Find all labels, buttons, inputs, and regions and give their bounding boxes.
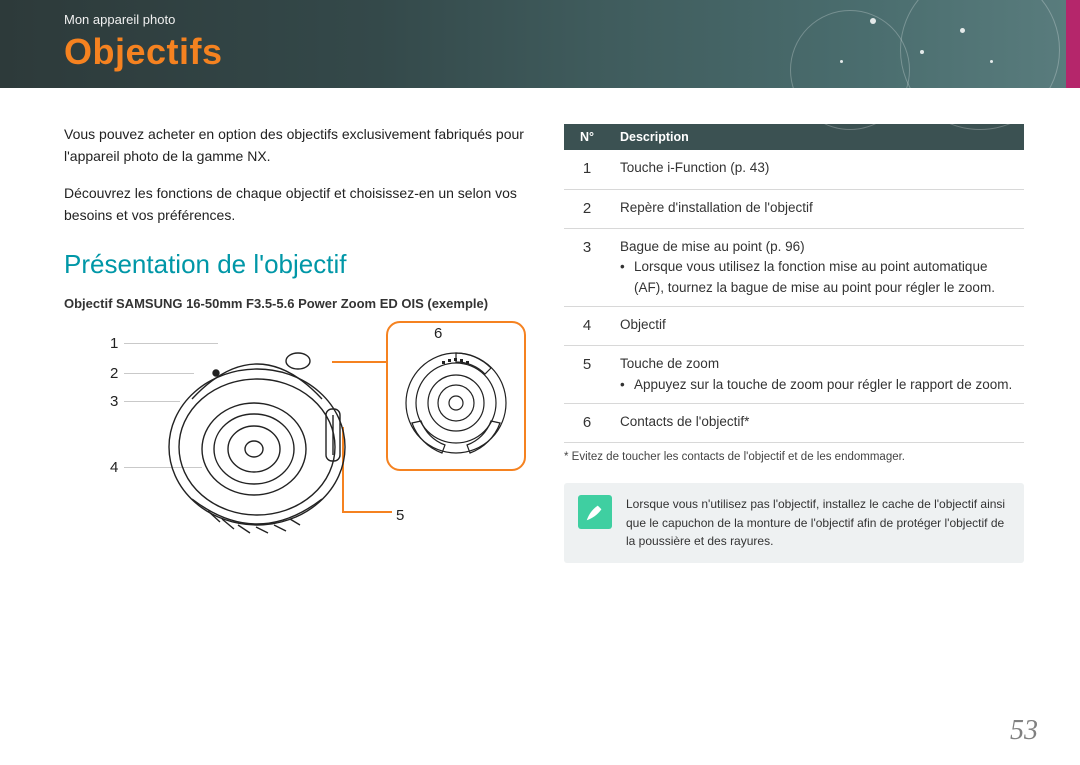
table-row: 4 Objectif [564,306,1024,346]
table-head-desc: Description [610,124,1024,150]
parts-table: N° Description 1 Touche i-Function (p. 4… [564,124,1024,443]
section-heading: Présentation de l'objectif [64,249,544,280]
row-desc: Touche de zoom Appuyez sur la touche de … [610,346,1024,404]
breadcrumb: Mon appareil photo [64,12,1080,27]
intro-paragraph-2: Découvrez les fonctions de chaque object… [64,183,544,226]
table-footnote: * Evitez de toucher les contacts de l'ob… [564,451,1024,463]
row-desc: Contacts de l'objectif* [610,403,1024,443]
row-desc: Repère d'installation de l'objectif [610,189,1024,229]
row-desc: Bague de mise au point (p. 96) Lorsque v… [610,229,1024,307]
lens-front-illustration [162,339,352,539]
intro-paragraph-1: Vous pouvez acheter en option des object… [64,124,544,167]
table-head-num: N° [564,124,610,150]
diagram-label-5: 5 [396,507,404,524]
tip-text: Lorsque vous n'utilisez pas l'objectif, … [626,495,1010,551]
pen-note-icon [578,495,612,529]
intro-block: Vous pouvez acheter en option des object… [64,124,544,227]
table-row: 1 Touche i-Function (p. 43) [564,150,1024,189]
page-header: Mon appareil photo Objectifs [0,0,1080,88]
diagram-label-2: 2 [110,365,118,382]
tip-callout: Lorsque vous n'utilisez pas l'objectif, … [564,483,1024,563]
row-num: 1 [564,150,610,189]
diagram-label-4: 4 [110,459,118,476]
row-desc: Touche i-Function (p. 43) [610,150,1024,189]
table-row: 6 Contacts de l'objectif* [564,403,1024,443]
table-row: 2 Repère d'installation de l'objectif [564,189,1024,229]
example-caption: Objectif SAMSUNG 16-50mm F3.5-5.6 Power … [64,296,544,311]
row-num: 5 [564,346,610,404]
diagram-label-3: 3 [110,393,118,410]
lens-rear-illustration [402,349,510,457]
table-row: 3 Bague de mise au point (p. 96) Lorsque… [564,229,1024,307]
page-number: 53 [1010,715,1038,747]
row-num: 3 [564,229,610,307]
page-title: Objectifs [64,31,1080,73]
lens-diagram: 1 2 3 4 5 6 [64,321,544,561]
row-num: 4 [564,306,610,346]
table-row: 5 Touche de zoom Appuyez sur la touche d… [564,346,1024,404]
row-num: 2 [564,189,610,229]
section-color-tab [1066,0,1080,88]
row-desc: Objectif [610,306,1024,346]
diagram-label-1: 1 [110,335,118,352]
row-num: 6 [564,403,610,443]
